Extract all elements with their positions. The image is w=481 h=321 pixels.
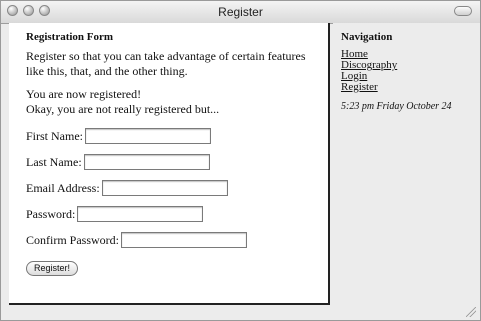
status-line: You are now registered! bbox=[26, 87, 142, 101]
resize-grip-icon[interactable] bbox=[466, 307, 476, 317]
first-name-label: First Name: bbox=[26, 128, 83, 143]
password-label: Password: bbox=[26, 206, 76, 221]
form-row-first-name: First Name: bbox=[26, 125, 318, 147]
page-heading: Registration Form bbox=[26, 31, 114, 43]
confirm-password-label: Confirm Password: bbox=[26, 232, 119, 247]
navigation-heading: Navigation bbox=[341, 31, 393, 43]
status-line: Okay, you are not really registered but.… bbox=[26, 102, 220, 116]
email-label: Email Address: bbox=[26, 180, 100, 195]
last-name-field[interactable] bbox=[83, 154, 210, 170]
window-title: Register bbox=[218, 5, 263, 19]
last-name-label: Last Name: bbox=[26, 154, 82, 169]
form-row-confirm-password: Confirm Password: bbox=[26, 229, 318, 251]
form-row-email: Email Address: bbox=[26, 177, 318, 199]
toolbar-toggle-icon[interactable] bbox=[454, 6, 472, 16]
nav-link-register[interactable]: Register bbox=[341, 82, 472, 93]
title-bar[interactable]: Register bbox=[1, 1, 480, 24]
main-content: Registration Form Register so that you c… bbox=[9, 23, 330, 305]
intro-text: Register so that you can take advantage … bbox=[26, 49, 306, 78]
email-field[interactable] bbox=[101, 180, 228, 196]
timestamp: 5:23 pm Friday October 24 bbox=[341, 101, 452, 112]
confirm-password-field[interactable] bbox=[121, 232, 247, 248]
browser-window: Register Registration Form Register so t… bbox=[0, 0, 481, 321]
status-message: You are now registered! Okay, you are no… bbox=[26, 87, 318, 117]
first-name-field[interactable] bbox=[85, 128, 211, 144]
form-row-last-name: Last Name: bbox=[26, 151, 318, 173]
password-field[interactable] bbox=[77, 206, 204, 222]
nav-links: Home Discography Login Register bbox=[341, 49, 472, 93]
navigation-sidebar: Navigation Home Discography Login Regist… bbox=[333, 23, 480, 305]
status-bar bbox=[9, 305, 480, 320]
register-button[interactable]: Register! bbox=[26, 261, 79, 276]
form-row-password: Password: bbox=[26, 203, 318, 225]
